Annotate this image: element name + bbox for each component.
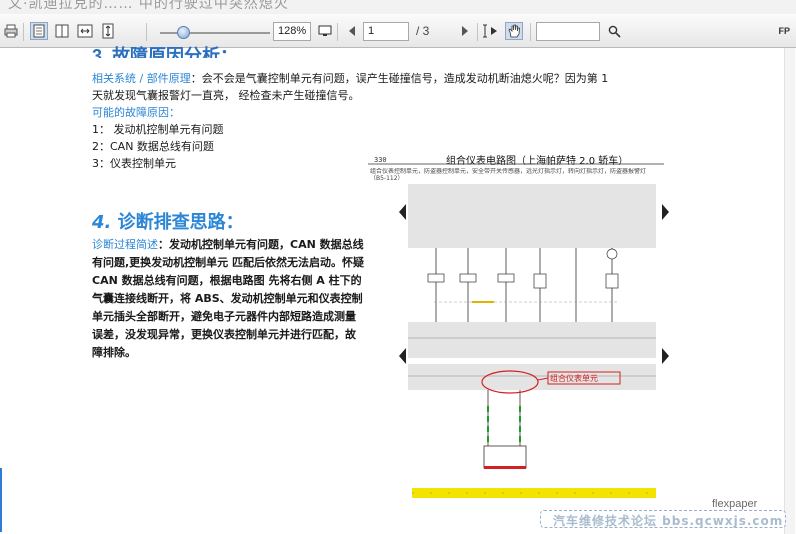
document-viewport[interactable]: 3. 故障原因分析： 相关系统 / 部件原理：会不会是气囊控制单元有问题，误产生… xyxy=(0,46,796,534)
search-input[interactable] xyxy=(536,22,600,41)
page-total: / 3 xyxy=(416,24,430,38)
section-4-heading: 4. 诊断排查思路： xyxy=(92,208,244,234)
two-page-icon xyxy=(55,24,69,38)
single-page-icon xyxy=(33,24,45,38)
search-button[interactable] xyxy=(605,22,623,40)
page-next-arrow-upper[interactable] xyxy=(662,204,669,220)
previous-page-icon xyxy=(349,26,355,36)
next-page-icon xyxy=(462,26,468,36)
previous-page-button[interactable] xyxy=(343,22,361,40)
hand-tool-icon xyxy=(508,24,520,38)
cause-item-2: 2：CAN 数据总线有问题 xyxy=(92,140,214,153)
related-system-text: ：会不会是气囊控制单元有问题，误产生碰撞信号，造成发动机断油熄火呢？因为第 1 xyxy=(190,72,609,85)
fit-height-button[interactable] xyxy=(99,22,117,40)
circuit-diagram: 330 组合仪表电路图（上海帕萨特 2.0 轿车） 组合仪表控制单元，防盗器控制… xyxy=(368,150,664,510)
forum-watermark-text: 汽车维修技术论坛 bbs.qcwxjs.com xyxy=(553,514,784,528)
fit-height-icon xyxy=(102,23,114,39)
window-title-strip: 文·凯迪拉克的…… 中的行驶过中突然熄火 xyxy=(0,0,796,14)
diagnosis-label: 诊断过程简述 xyxy=(92,238,158,251)
two-page-button[interactable] xyxy=(53,22,71,40)
next-page-button[interactable] xyxy=(456,22,474,40)
section-4-number: 4. xyxy=(92,212,112,233)
circuit-diagram-drawing xyxy=(368,163,664,498)
text-select-button[interactable] xyxy=(482,22,500,40)
vertical-scrollbar[interactable] xyxy=(784,48,795,534)
possible-causes-label: 可能的故障原因： xyxy=(92,106,180,119)
page-number-input[interactable]: 1 xyxy=(363,22,409,41)
flexpaper-brand: flexpaper xyxy=(712,498,758,510)
flexpaper-logo-label[interactable]: FP xyxy=(778,26,790,36)
text-select-icon xyxy=(483,24,497,38)
related-system-label: 相关系统 / 部件原理 xyxy=(92,72,191,85)
diagnosis-text: ：发动机控制单元有问题，CAN 数据总线有问题,更换发动机控制单元 匹配后依然无… xyxy=(92,238,365,359)
hand-tool-button[interactable] xyxy=(505,22,523,40)
related-system-text-line2: 天就发现气囊报警灯一直亮， 经检查未产生碰撞信号。 xyxy=(92,89,360,102)
fit-width-icon xyxy=(77,24,93,38)
diagnosis-paragraph: 诊断过程简述：发动机控制单元有问题，CAN 数据总线有问题,更换发动机控制单元 … xyxy=(92,236,366,362)
zoom-input[interactable]: 128% xyxy=(273,22,311,41)
window-title: 文·凯迪拉克的…… 中的行驶过中突然熄火 xyxy=(8,0,289,12)
print-button[interactable] xyxy=(2,22,20,40)
single-page-button[interactable] xyxy=(30,22,48,40)
printer-icon xyxy=(4,24,18,38)
diagram-callout-label: 组合仪表单元 xyxy=(550,374,598,383)
page-edge-marker xyxy=(0,468,2,532)
page-prev-arrow-lower[interactable] xyxy=(399,348,406,364)
fullscreen-button[interactable] xyxy=(316,22,334,40)
page-next-arrow-lower[interactable] xyxy=(662,348,669,364)
forum-watermark: 汽车维修技术论坛 bbs.qcwxjs.com xyxy=(540,510,786,528)
zoom-slider-handle[interactable] xyxy=(176,26,190,39)
page-prev-arrow-upper[interactable] xyxy=(399,204,406,220)
cause-item-1: 1： 发动机控制单元有问题 xyxy=(92,123,224,136)
search-icon xyxy=(608,25,621,38)
section-4-title: 诊断排查思路： xyxy=(111,212,244,233)
fullscreen-icon xyxy=(318,25,332,36)
related-system-paragraph: 相关系统 / 部件原理：会不会是气囊控制单元有问题，误产生碰撞信号，造成发动机断… xyxy=(92,70,652,104)
section-3-heading: 3. 故障原因分析： xyxy=(92,46,239,58)
cause-item-3: 3：仪表控制单元 xyxy=(92,157,176,170)
fit-width-button[interactable] xyxy=(76,22,94,40)
